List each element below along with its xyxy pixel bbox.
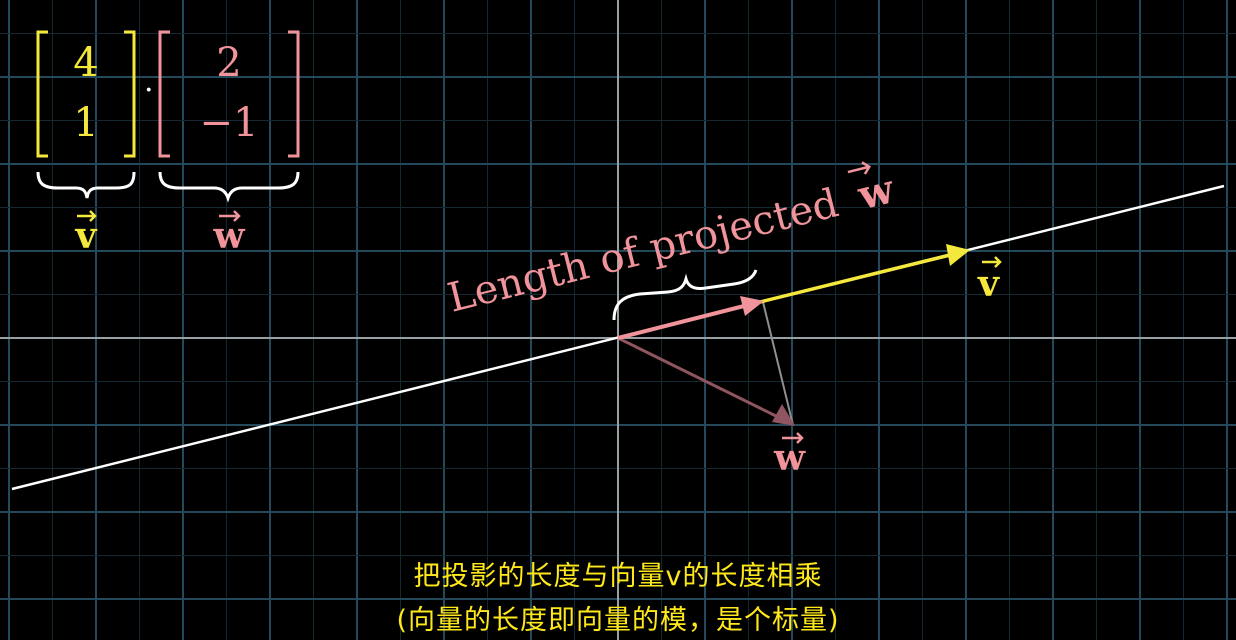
w-left-bracket xyxy=(158,30,170,158)
w-component-y: −1 xyxy=(200,100,259,146)
coordinate-plane: Length of projected w v w 4 1 · 2 −1 v w xyxy=(0,0,1236,640)
v-right-bracket xyxy=(124,30,136,158)
v-left-bracket xyxy=(36,30,48,158)
projection-label-vector: w xyxy=(853,165,900,220)
v-component-x: 4 xyxy=(73,40,98,86)
projected-w-vector xyxy=(617,296,764,340)
dot-product-equation: 4 1 · 2 −1 v w xyxy=(36,30,300,257)
equation-v-label: v xyxy=(75,215,98,257)
subtitle-line-1: 把投影的长度与向量v的长度相乘 xyxy=(413,561,823,592)
animation-frame: Length of projected w v w 4 1 · 2 −1 v w… xyxy=(0,0,1236,640)
svg-text:Length of projected w: Length of projected w xyxy=(443,165,900,322)
projection-label: Length of projected w xyxy=(443,161,900,322)
subtitle-line-2: (向量的长度即向量的模，是个标量) xyxy=(396,605,840,636)
axes xyxy=(0,0,1236,640)
v-vector-label: v xyxy=(977,256,1002,305)
v-component-y: 1 xyxy=(73,100,98,146)
w-vector-label: w xyxy=(773,432,806,479)
w-underbrace xyxy=(158,171,300,203)
svg-text:w: w xyxy=(773,437,806,479)
w-component-x: 2 xyxy=(216,40,241,86)
svg-text:v: v xyxy=(977,263,1000,305)
equation-w-label: w xyxy=(213,215,246,257)
projection-drop-line xyxy=(762,301,794,426)
dot-operator: · xyxy=(144,73,154,108)
w-right-bracket xyxy=(288,30,300,158)
